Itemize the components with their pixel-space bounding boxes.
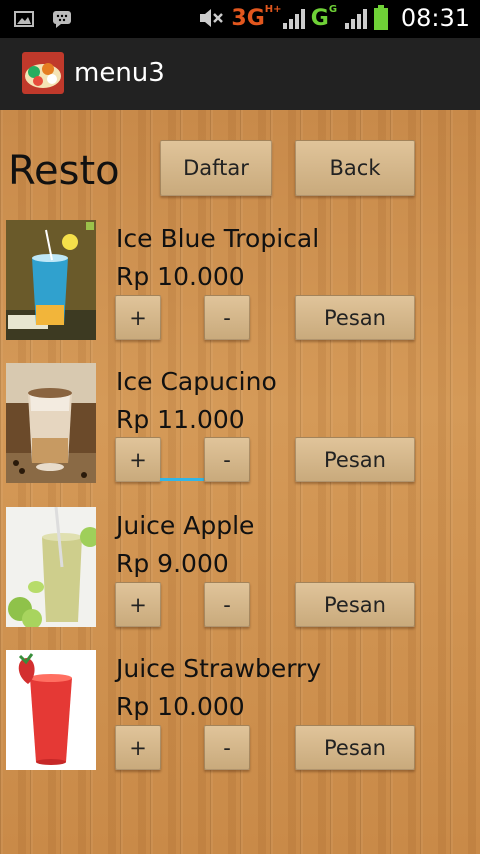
ice-blue-tropical-image bbox=[6, 220, 96, 340]
juice-apple-image bbox=[6, 507, 96, 627]
order-button[interactable]: Pesan bbox=[295, 437, 415, 482]
item-name: Ice Blue Tropical bbox=[116, 224, 320, 253]
action-bar: menu3 bbox=[0, 38, 480, 112]
network-g-label: G bbox=[310, 5, 329, 31]
signal-strength-icon bbox=[282, 7, 305, 29]
quantity-field[interactable] bbox=[160, 582, 204, 626]
decrease-qty-button[interactable]: - bbox=[204, 725, 250, 770]
item-name: Ice Capucino bbox=[116, 367, 277, 396]
item-price: Rp 10.000 bbox=[116, 692, 245, 721]
order-button[interactable]: Pesan bbox=[295, 725, 415, 770]
back-button[interactable]: Back bbox=[295, 140, 415, 196]
decrease-qty-button[interactable]: - bbox=[204, 295, 250, 340]
decrease-qty-button[interactable]: - bbox=[204, 582, 250, 627]
app-icon[interactable] bbox=[22, 52, 64, 94]
network-g-indicator: GG bbox=[310, 4, 337, 31]
quantity-field[interactable] bbox=[160, 725, 204, 769]
increase-qty-button[interactable]: + bbox=[115, 437, 161, 482]
decrease-qty-button[interactable]: - bbox=[204, 437, 250, 482]
image-notification-icon bbox=[14, 11, 34, 27]
ice-capucino-image bbox=[6, 363, 96, 483]
page-title: Resto bbox=[8, 148, 120, 194]
network-3g-label: 3G bbox=[231, 5, 265, 31]
increase-qty-button[interactable]: + bbox=[115, 725, 161, 770]
signal-strength-2-icon bbox=[344, 7, 367, 29]
battery-icon bbox=[373, 5, 388, 30]
network-3g-indicator: 3G H+ bbox=[231, 4, 281, 31]
order-button[interactable]: Pesan bbox=[295, 295, 415, 340]
app-title: menu3 bbox=[74, 58, 165, 88]
quantity-field[interactable] bbox=[160, 295, 204, 339]
quantity-field[interactable] bbox=[160, 437, 204, 481]
bbm-notification-icon bbox=[53, 11, 71, 28]
daftar-button[interactable]: Daftar bbox=[160, 140, 272, 196]
item-price: Rp 10.000 bbox=[116, 262, 245, 291]
clock: 08:31 bbox=[400, 4, 470, 32]
item-name: Juice Apple bbox=[116, 511, 255, 540]
increase-qty-button[interactable]: + bbox=[115, 582, 161, 627]
item-price: Rp 11.000 bbox=[116, 405, 245, 434]
item-name: Juice Strawberry bbox=[116, 654, 322, 683]
order-button[interactable]: Pesan bbox=[295, 582, 415, 627]
increase-qty-button[interactable]: + bbox=[115, 295, 161, 340]
item-price: Rp 9.000 bbox=[116, 549, 229, 578]
mute-icon bbox=[200, 9, 224, 27]
status-bar: 3G H+ GG 08:31 bbox=[0, 0, 480, 38]
juice-strawberry-image bbox=[6, 650, 96, 770]
network-hplus-badge: H+ bbox=[264, 3, 282, 15]
network-g-badge: G bbox=[328, 3, 338, 15]
menu-content: Resto Daftar Back Ice Blue Tropical Rp 1… bbox=[0, 110, 480, 854]
